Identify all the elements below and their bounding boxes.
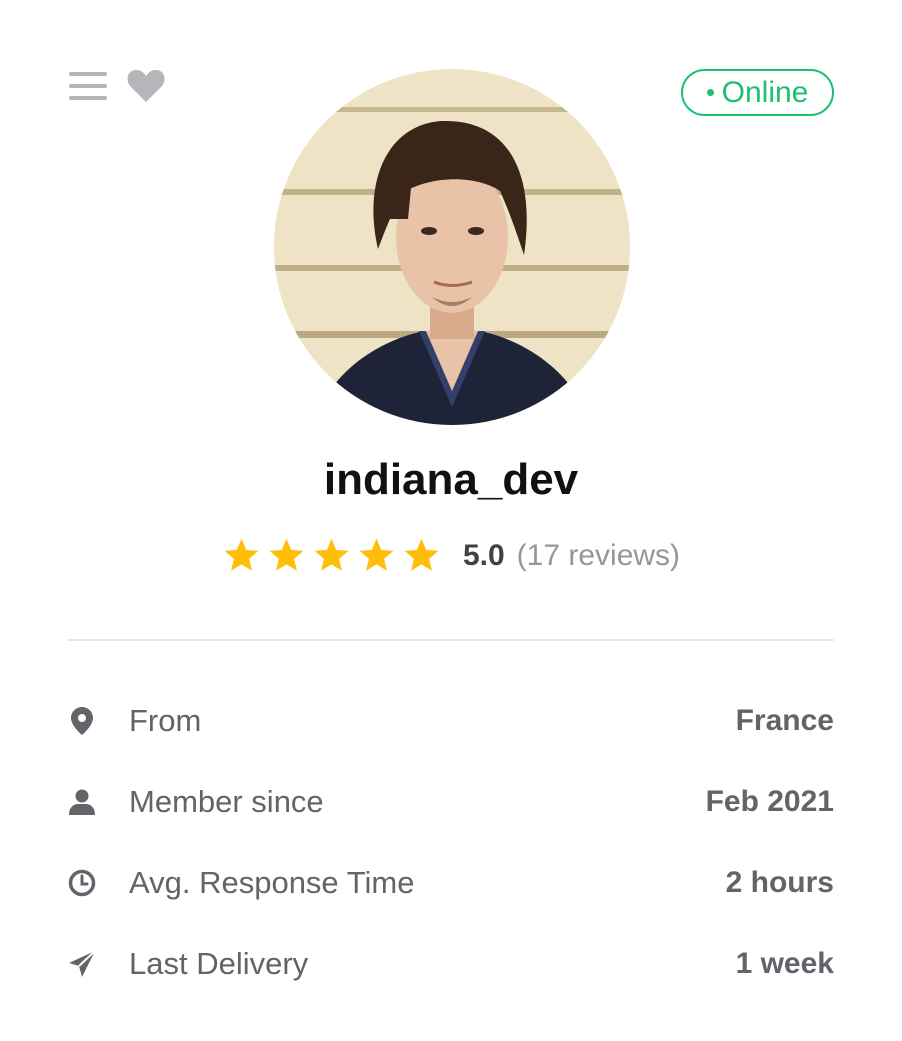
stat-label: Avg. Response Time [129, 864, 415, 900]
star-icon [359, 538, 394, 571]
stat-value: France [735, 703, 834, 737]
username[interactable]: indiana_dev [0, 455, 902, 505]
seller-stats: From France Member since Feb 2021 Avg. R… [68, 680, 834, 1004]
avatar-image [274, 69, 630, 425]
stat-label: From [129, 702, 202, 738]
status-dot [706, 89, 714, 96]
stat-row-from: From France [68, 680, 834, 761]
top-actions [68, 68, 166, 104]
seller-profile-card: Online indiana_dev 5.0 (17 reviews) From… [0, 0, 902, 1041]
stat-row-member-since: Member since Feb 2021 [68, 761, 834, 842]
star-icon [314, 538, 349, 571]
stat-value: 2 hours [725, 865, 834, 899]
user-icon [68, 788, 96, 816]
rating-score: 5.0 [462, 538, 505, 572]
star-icon [404, 538, 439, 571]
rating-row: 5.0 (17 reviews) [0, 537, 902, 574]
favorite-button[interactable] [126, 68, 166, 104]
paper-plane-icon [68, 949, 96, 978]
stat-row-last-delivery: Last Delivery 1 week [68, 923, 834, 1004]
review-count[interactable]: (17 reviews) [517, 539, 680, 573]
stat-value: 1 week [735, 946, 834, 980]
location-pin-icon [68, 706, 96, 735]
stat-row-response-time: Avg. Response Time 2 hours [68, 842, 834, 923]
menu-icon [69, 72, 107, 100]
stat-label: Member since [129, 783, 324, 819]
heart-icon [127, 69, 165, 102]
divider [68, 639, 834, 641]
online-status-badge: Online [681, 69, 834, 116]
avatar[interactable] [274, 69, 630, 425]
menu-button[interactable] [68, 68, 108, 104]
status-label: Online [721, 75, 809, 109]
star-icon [224, 538, 259, 571]
stat-label: Last Delivery [129, 945, 309, 981]
clock-icon [68, 869, 96, 897]
star-rating [222, 537, 441, 574]
stat-value: Feb 2021 [705, 784, 834, 818]
star-icon [269, 538, 304, 571]
